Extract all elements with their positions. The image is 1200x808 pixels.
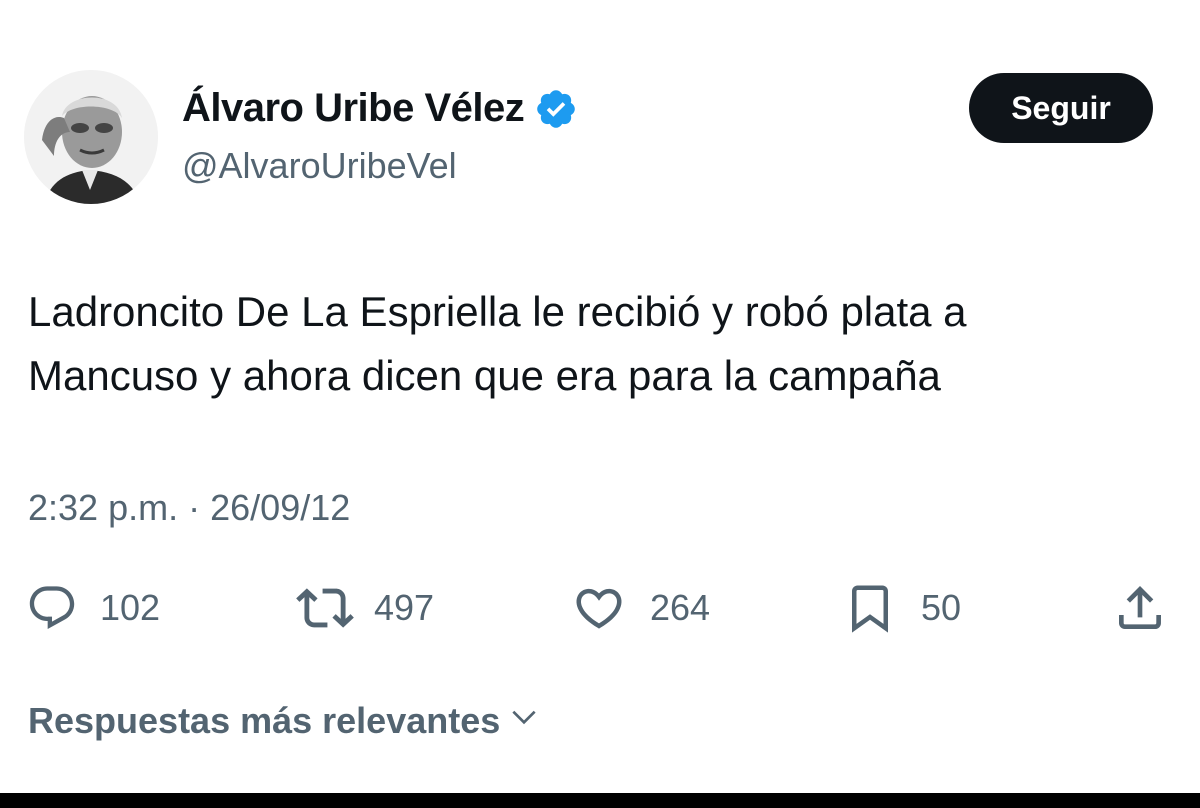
bottom-edge-bar bbox=[0, 793, 1200, 808]
share-icon bbox=[1112, 580, 1168, 636]
bookmark-button[interactable]: 50 bbox=[843, 580, 961, 636]
like-count: 264 bbox=[650, 587, 711, 628]
bookmark-icon bbox=[843, 581, 897, 635]
tweet-text: Ladroncito De La Espriella le recibió y … bbox=[28, 280, 1178, 408]
replies-sort-label[interactable]: Respuestas más relevantes bbox=[28, 700, 500, 742]
author-handle[interactable]: @AlvaroUribeVel bbox=[182, 145, 457, 187]
repost-icon bbox=[296, 579, 354, 637]
tweet-time[interactable]: 2:32 p.m. bbox=[28, 487, 178, 528]
like-button[interactable]: 264 bbox=[572, 580, 710, 636]
repost-count: 497 bbox=[374, 587, 435, 628]
follow-button[interactable]: Seguir bbox=[969, 73, 1153, 143]
chevron-down-icon[interactable] bbox=[500, 700, 540, 742]
bookmark-count: 50 bbox=[921, 587, 962, 628]
tweet-text-line: Ladroncito De La Espriella le recibió y … bbox=[28, 288, 967, 335]
replies-sort-toggle[interactable]: Respuestas más relevantes bbox=[28, 700, 540, 742]
tweet-text-line: Mancuso y ahora dicen que era para la ca… bbox=[28, 352, 941, 399]
heart-icon bbox=[572, 581, 626, 635]
tweet-timestamp[interactable]: 2:32 p.m. · 26/09/12 bbox=[28, 487, 350, 529]
repost-button[interactable]: 497 bbox=[296, 580, 434, 636]
avatar[interactable] bbox=[24, 70, 158, 204]
timestamp-separator: · bbox=[188, 487, 201, 528]
share-button[interactable] bbox=[1112, 580, 1168, 636]
author-name-row[interactable]: Álvaro Uribe Vélez bbox=[182, 85, 578, 131]
reply-button[interactable]: 102 bbox=[26, 580, 160, 636]
verified-badge-icon bbox=[534, 87, 578, 131]
tweet-date[interactable]: 26/09/12 bbox=[210, 487, 350, 528]
reply-icon bbox=[26, 582, 78, 634]
author-display-name[interactable]: Álvaro Uribe Vélez bbox=[182, 86, 525, 131]
reply-count: 102 bbox=[100, 587, 161, 628]
